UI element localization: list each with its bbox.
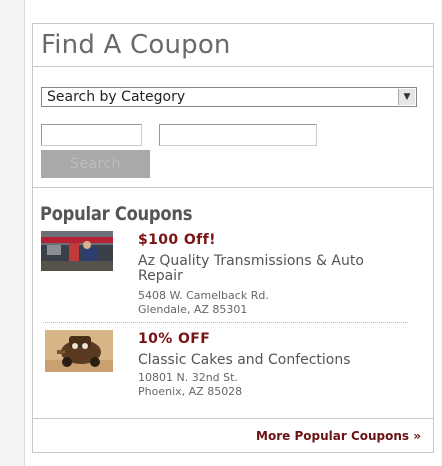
sidebar-panel: Find A Coupon Search by Category ▼ Searc… [24,0,441,466]
popular-coupons-heading: Popular Coupons [40,203,193,225]
coupon-address-line2: Glendale, AZ 85301 [138,303,248,316]
search-button[interactable]: Search [41,150,150,178]
chevron-down-icon[interactable]: ▼ [398,89,415,105]
coupon-business: Az Quality Transmissions & Auto Repair [138,253,364,284]
section-divider [33,187,433,188]
keyword-input[interactable] [41,124,142,146]
coupon-address-line1: 10801 N. 32nd St. [138,371,238,384]
location-input[interactable] [159,124,317,146]
coupon-business: Classic Cakes and Confections [138,352,351,368]
category-select-value: Search by Category [47,89,186,105]
widget-title: Find A Coupon [41,30,231,60]
coupon-deal[interactable]: 10% OFF [138,331,210,347]
coupon-divider [43,322,408,323]
footer-divider [33,418,433,419]
find-coupon-widget: Find A Coupon Search by Category ▼ Searc… [32,23,434,453]
coupon-thumbnail[interactable] [41,231,113,271]
coupon-deal[interactable]: $100 Off! [138,232,216,248]
title-divider [33,66,433,67]
coupon-address-line2: Phoenix, AZ 85028 [138,385,243,398]
coupon-address-line1: 5408 W. Camelback Rd. [138,289,269,302]
coupon-thumbnail[interactable] [45,330,113,372]
category-select[interactable]: Search by Category ▼ [41,87,417,107]
more-popular-coupons-link[interactable]: More Popular Coupons » [256,429,421,443]
